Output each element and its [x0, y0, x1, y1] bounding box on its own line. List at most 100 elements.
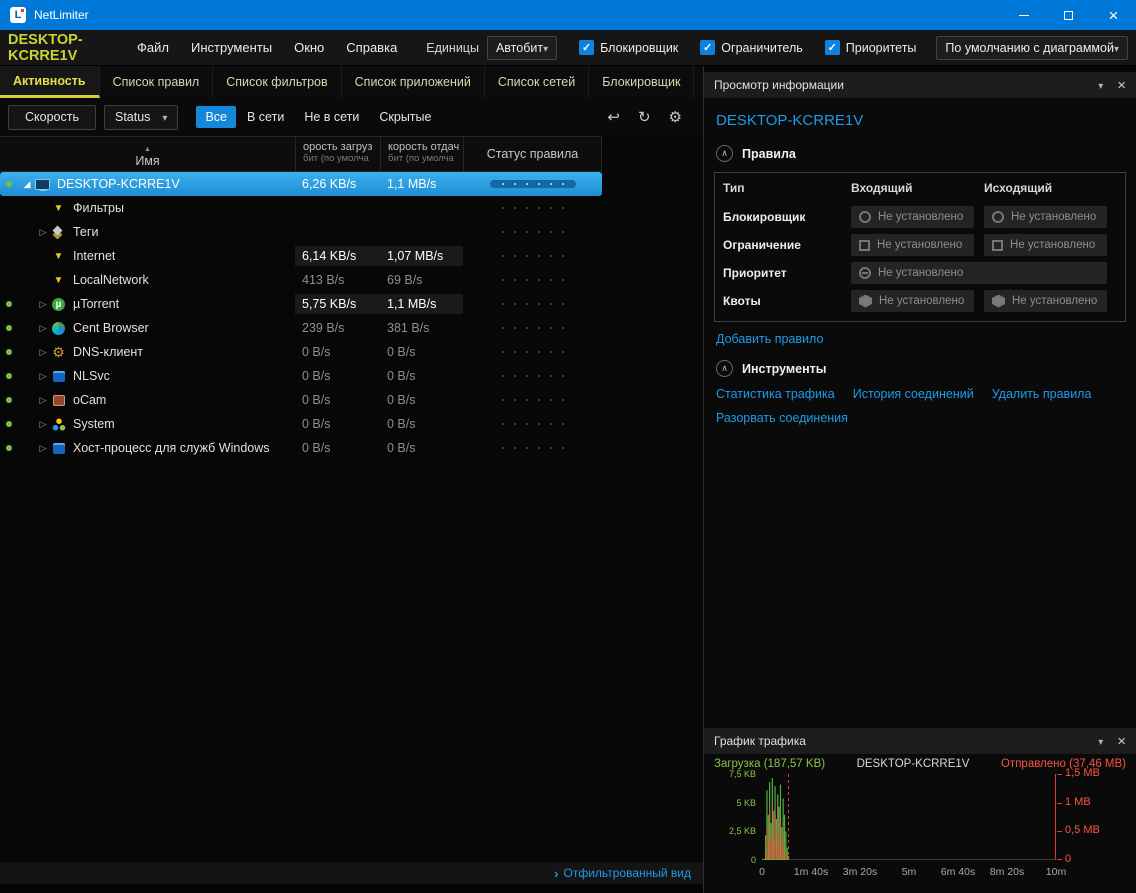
- x-axis-tick: 6m 40s: [940, 866, 976, 878]
- process-name: DESKTOP-KCRRE1V: [57, 177, 180, 191]
- rule-not-set-button[interactable]: Не установлено: [851, 206, 974, 228]
- refresh-icon[interactable]: [633, 108, 656, 126]
- rule-not-set-button[interactable]: Не установлено: [851, 234, 974, 256]
- process-row[interactable]: Фильтры: [0, 196, 602, 220]
- process-row[interactable]: DESKTOP-KCRRE1V 6,26 KB/s 1,1 MB/s: [0, 172, 602, 196]
- host-name[interactable]: DESKTOP-KCRRE1V: [8, 32, 100, 64]
- column-download-speed[interactable]: орость загруз бит (по умолча: [295, 137, 380, 171]
- close-window-button[interactable]: [1091, 0, 1136, 30]
- checkbox-icon[interactable]: [700, 40, 716, 55]
- expand-arrow-icon[interactable]: [36, 371, 50, 382]
- filtered-view-link[interactable]: Отфильтрованный вид: [554, 866, 691, 881]
- column-upload-line1: корость отдач: [388, 141, 460, 153]
- rule-not-set-button[interactable]: Не установлено: [984, 234, 1107, 256]
- expand-arrow-icon[interactable]: [20, 179, 34, 190]
- rule-state-text: Не установлено: [877, 239, 963, 251]
- rule-status-cell: [463, 348, 602, 356]
- speed-button[interactable]: Скорость: [8, 104, 96, 130]
- rule-not-set-button[interactable]: Не установлено: [851, 262, 1107, 284]
- tool-link[interactable]: Удалить правила: [992, 387, 1092, 401]
- menubar-menu[interactable]: Справка: [335, 40, 408, 55]
- process-name: LocalNetwork: [73, 273, 149, 287]
- close-info-panel-button[interactable]: [1117, 77, 1126, 94]
- column-upload-speed[interactable]: корость отдач бит (по умолча: [380, 137, 463, 171]
- column-name[interactable]: Имя: [0, 137, 295, 171]
- process-row[interactable]: System 0 B/s 0 B/s: [0, 412, 602, 436]
- filter-button[interactable]: Не в сети: [295, 106, 368, 128]
- process-row[interactable]: Теги: [0, 220, 602, 244]
- filter-button[interactable]: Все: [196, 106, 236, 128]
- process-row[interactable]: Хост-процесс для служб Windows 0 B/s 0 B/s: [0, 436, 602, 460]
- tab-item[interactable]: Блокировщик: [589, 66, 695, 98]
- toggle-label: Приоритеты: [845, 40, 917, 55]
- maximize-button[interactable]: [1046, 0, 1091, 30]
- titlebar: L NetLimiter: [0, 0, 1136, 30]
- view-layout-dropdown[interactable]: По умолчанию с диаграммой: [936, 35, 1128, 60]
- rule-not-set-button[interactable]: Не установлено: [984, 206, 1107, 228]
- checkbox-icon[interactable]: [824, 40, 840, 55]
- dot-icon: [525, 183, 528, 185]
- dot-icon: [513, 207, 516, 209]
- expand-arrow-icon[interactable]: [36, 299, 50, 310]
- toggle-option[interactable]: Ограничитель: [700, 40, 803, 55]
- rule-not-set-button[interactable]: Не установлено: [984, 290, 1107, 312]
- info-sidebar: Просмотр информации DESKTOP-KCRRE1V Прав…: [703, 66, 1136, 893]
- tab-item[interactable]: Список сетей: [485, 66, 590, 98]
- dot-icon: [501, 303, 504, 305]
- process-row[interactable]: Internet 6,14 KB/s1,07 MB/s: [0, 244, 602, 268]
- column-rule-status[interactable]: Статус правила: [463, 137, 602, 171]
- upload-speed-value: 1,07 MB/s: [380, 246, 463, 266]
- expand-arrow-icon[interactable]: [36, 443, 50, 454]
- filter-button[interactable]: В сети: [238, 106, 293, 128]
- collapse-panel-icon[interactable]: [1098, 734, 1103, 748]
- filter-button[interactable]: Скрытые: [370, 106, 440, 128]
- collapse-section-icon[interactable]: [716, 145, 733, 162]
- tab-item[interactable]: Активность: [0, 66, 100, 98]
- download-speed-value: 0 B/s: [302, 417, 331, 431]
- tab-item[interactable]: Список фильтров: [213, 66, 342, 98]
- tool-link[interactable]: История соединений: [853, 387, 974, 401]
- close-chart-panel-button[interactable]: [1117, 733, 1126, 750]
- collapse-section-icon[interactable]: [716, 360, 733, 377]
- settings-gear-icon[interactable]: [664, 108, 687, 126]
- menubar-menu[interactable]: Файл: [126, 40, 180, 55]
- add-rule-link[interactable]: Добавить правило: [716, 332, 1126, 346]
- expand-arrow-icon[interactable]: [36, 395, 50, 406]
- checkbox-icon[interactable]: [579, 40, 595, 55]
- rule-status-dots: [490, 300, 576, 308]
- rule-status-cell: [463, 324, 602, 332]
- tab-item[interactable]: Список правил: [100, 66, 214, 98]
- process-row[interactable]: oCam 0 B/s 0 B/s: [0, 388, 602, 412]
- status-dropdown[interactable]: Status: [103, 104, 179, 130]
- expand-arrow-icon[interactable]: [36, 323, 50, 334]
- minimize-button[interactable]: [1001, 0, 1046, 30]
- menubar-menu[interactable]: Окно: [283, 40, 335, 55]
- chevron-right-icon: [554, 866, 558, 881]
- process-row[interactable]: LocalNetwork 413 B/s 69 B/s: [0, 268, 602, 292]
- toggle-option[interactable]: Приоритеты: [824, 40, 917, 55]
- expand-arrow-icon[interactable]: [36, 347, 50, 358]
- download-speed-value: 6,26 KB/s: [302, 177, 357, 191]
- process-row[interactable]: DNS-клиент 0 B/s 0 B/s: [0, 340, 602, 364]
- expand-arrow-icon[interactable]: [36, 419, 50, 430]
- dot-icon: [525, 255, 528, 257]
- tool-link[interactable]: Статистика трафика: [716, 387, 835, 401]
- process-name: Internet: [73, 249, 116, 263]
- process-row[interactable]: Cent Browser 239 B/s 381 B/s: [0, 316, 602, 340]
- activity-panel: Активность Список правил Список фильтров Сп…: [0, 66, 771, 893]
- rule-status-cell: [463, 228, 602, 236]
- expand-arrow-icon[interactable]: [36, 227, 50, 238]
- axis-tick-mark: [1057, 774, 1062, 775]
- collapse-panel-icon[interactable]: [1098, 78, 1103, 92]
- tab-item[interactable]: Список приложений: [342, 66, 485, 98]
- undo-icon[interactable]: [602, 108, 625, 126]
- info-panel-header: Просмотр информации: [704, 72, 1136, 98]
- process-row[interactable]: NLSvc 0 B/s 0 B/s: [0, 364, 602, 388]
- rule-status-dots: [490, 348, 576, 356]
- process-row[interactable]: µTorrent 5,75 KB/s1,1 MB/s: [0, 292, 602, 316]
- rule-not-set-button[interactable]: Не установлено: [851, 290, 974, 312]
- menubar-menu[interactable]: Инструменты: [180, 40, 283, 55]
- toggle-option[interactable]: Блокировщик: [579, 40, 678, 55]
- tool-link[interactable]: Разорвать соединения: [716, 411, 848, 425]
- units-dropdown[interactable]: Автобит: [486, 35, 558, 60]
